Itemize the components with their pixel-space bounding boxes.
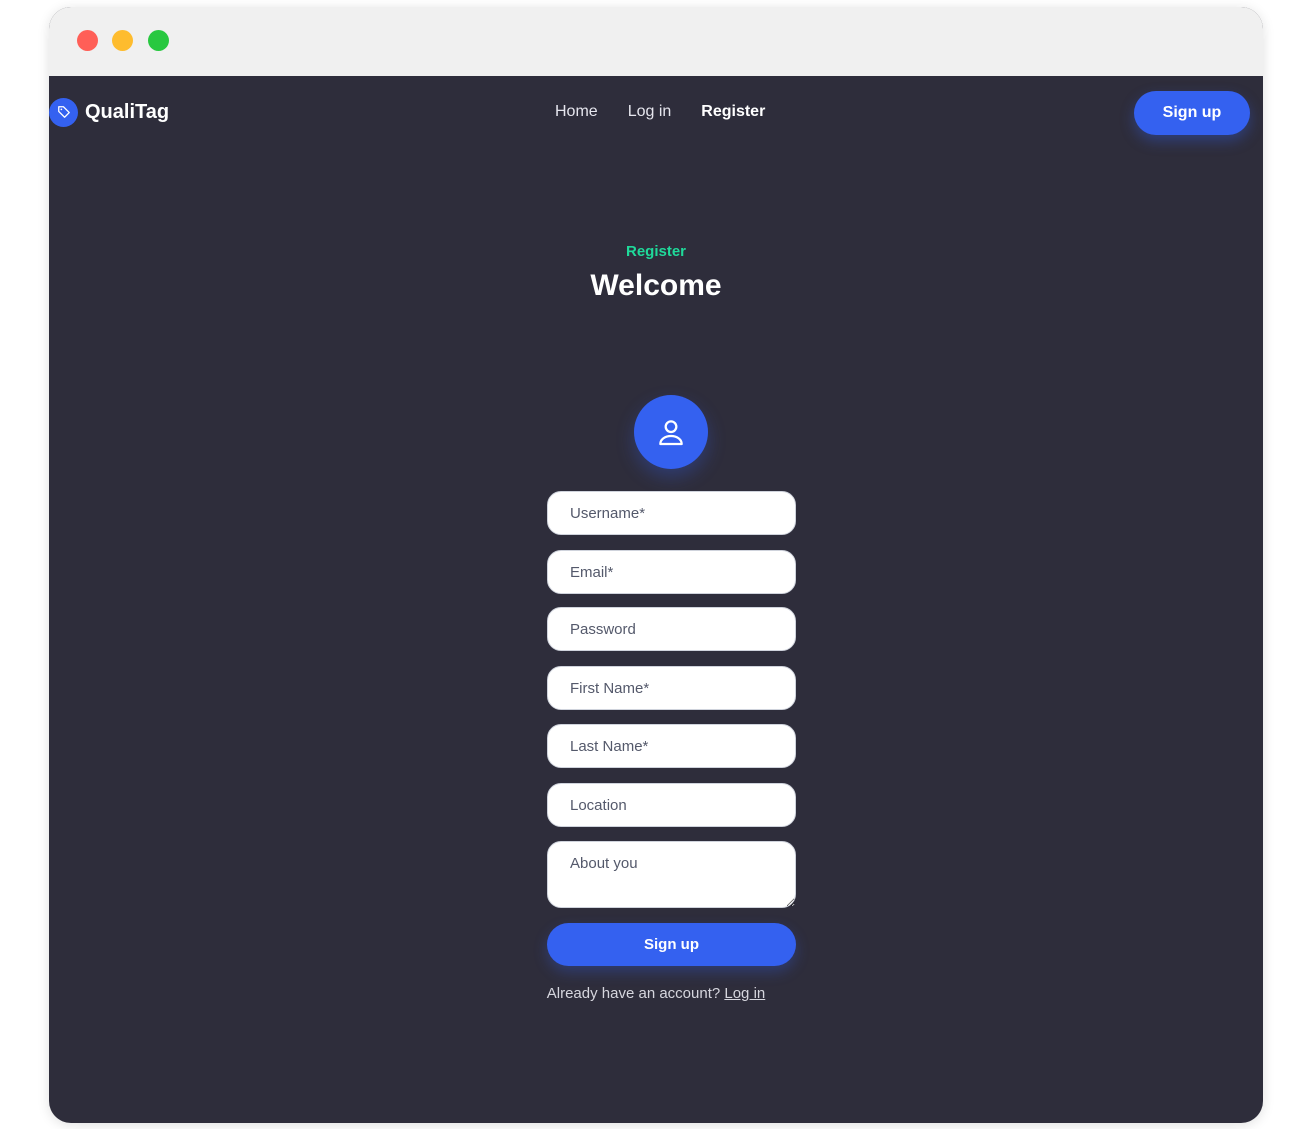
email-input[interactable] (547, 550, 796, 594)
top-navbar: QualiTag Home Log in Register Sign up (49, 76, 1263, 150)
avatar (634, 395, 708, 469)
brand-logo[interactable]: QualiTag (49, 96, 169, 128)
page-title: Welcome (590, 269, 722, 302)
nav-signup-button[interactable]: Sign up (1134, 91, 1250, 135)
brand-name: QualiTag (85, 100, 170, 123)
login-link[interactable]: Log in (724, 985, 765, 1002)
location-input[interactable] (547, 783, 796, 827)
close-window-button[interactable] (77, 30, 98, 51)
nav-link-home[interactable]: Home (555, 103, 598, 121)
browser-window: QualiTag Home Log in Register Sign up Re… (49, 7, 1263, 1123)
nav-link-login[interactable]: Log in (628, 103, 672, 121)
about-you-textarea[interactable] (547, 841, 796, 908)
minimize-window-button[interactable] (112, 30, 133, 51)
login-prompt: Already have an account? Log in (49, 985, 1263, 1002)
user-icon (659, 420, 683, 446)
nav-links: Home Log in Register (555, 103, 765, 121)
maximize-window-button[interactable] (148, 30, 169, 51)
login-prompt-text: Already have an account? (546, 985, 721, 1002)
last-name-input[interactable] (547, 724, 796, 768)
username-input[interactable] (547, 491, 796, 535)
signup-submit-button[interactable]: Sign up (547, 923, 796, 966)
nav-link-register[interactable]: Register (701, 103, 765, 121)
password-input[interactable] (547, 607, 796, 651)
first-name-input[interactable] (547, 666, 796, 710)
window-titlebar (49, 7, 1263, 76)
tag-icon (49, 97, 78, 127)
page-eyebrow: Register (625, 243, 687, 260)
